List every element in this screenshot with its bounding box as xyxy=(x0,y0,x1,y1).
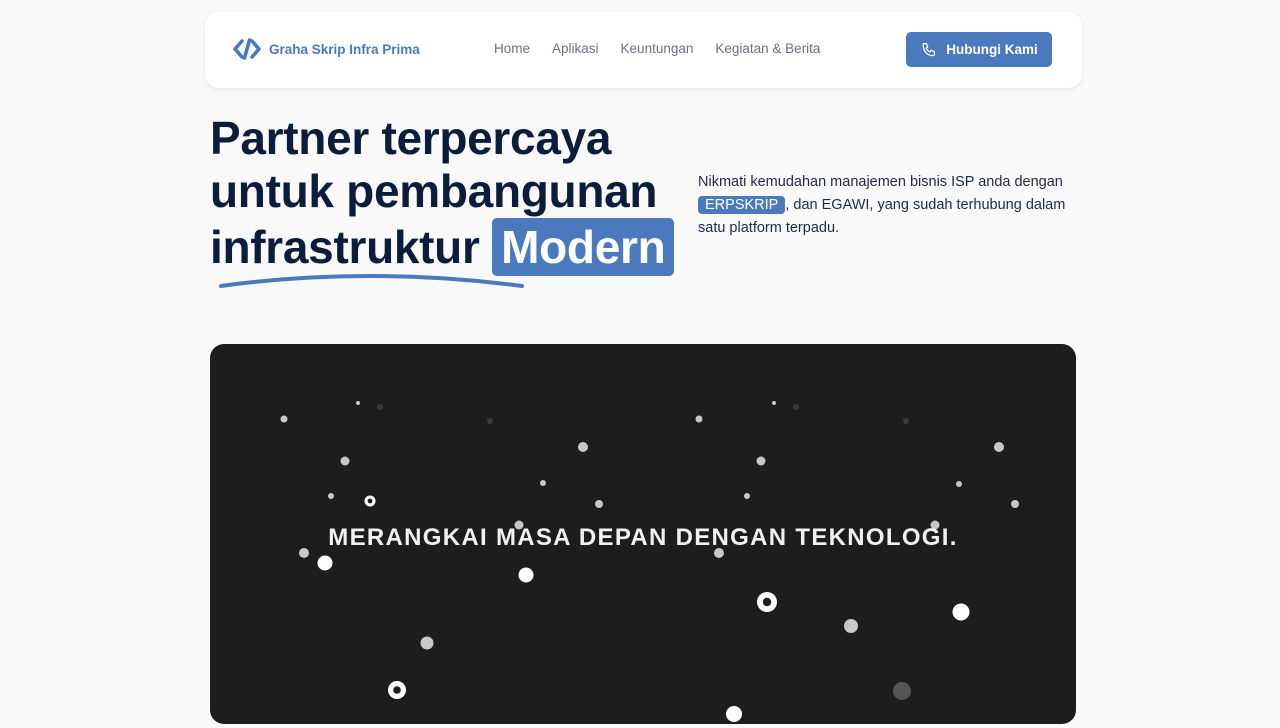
nav-link-home[interactable]: Home xyxy=(494,41,530,56)
nav-links: Home Aplikasi Keuntungan Kegiatan & Beri… xyxy=(494,41,820,56)
nav-link-keuntungan[interactable]: Keuntungan xyxy=(621,41,694,56)
hero-title-line-1: Partner terpercaya xyxy=(210,112,612,164)
nav-link-aplikasi[interactable]: Aplikasi xyxy=(552,41,599,56)
hero-description: Nikmati kemudahan manajemen bisnis ISP a… xyxy=(698,171,1088,240)
contact-button-label: Hubungi Kami xyxy=(946,42,1038,57)
banner-tagline: MERANGKAI MASA DEPAN DENGAN TEKNOLOGI. xyxy=(328,524,958,551)
hero-description-start: Nikmati kemudahan manajemen bisnis ISP a… xyxy=(698,173,1063,190)
nav-link-kegiatan-berita[interactable]: Kegiatan & Berita xyxy=(715,41,820,56)
title-underline-decoration xyxy=(219,274,524,288)
phone-icon xyxy=(922,42,936,56)
brand-logo-link[interactable]: Graha Skrip Infra Prima xyxy=(233,38,420,60)
navbar: Graha Skrip Infra Prima Home Aplikasi Ke… xyxy=(205,12,1082,88)
brand-name: Graha Skrip Infra Prima xyxy=(269,41,420,57)
hero-title: Partner terpercaya untuk pembangunan inf… xyxy=(210,112,675,276)
hero-banner: MERANGKAI MASA DEPAN DENGAN TEKNOLOGI. xyxy=(210,344,1076,724)
hero-title-word: infrastruktur xyxy=(210,221,480,273)
hero-title-line-2: untuk pembangunan xyxy=(210,165,658,217)
contact-button[interactable]: Hubungi Kami xyxy=(906,32,1052,67)
code-logo-icon xyxy=(233,38,261,60)
erpskrip-badge: ERPSKRIP xyxy=(698,195,786,214)
